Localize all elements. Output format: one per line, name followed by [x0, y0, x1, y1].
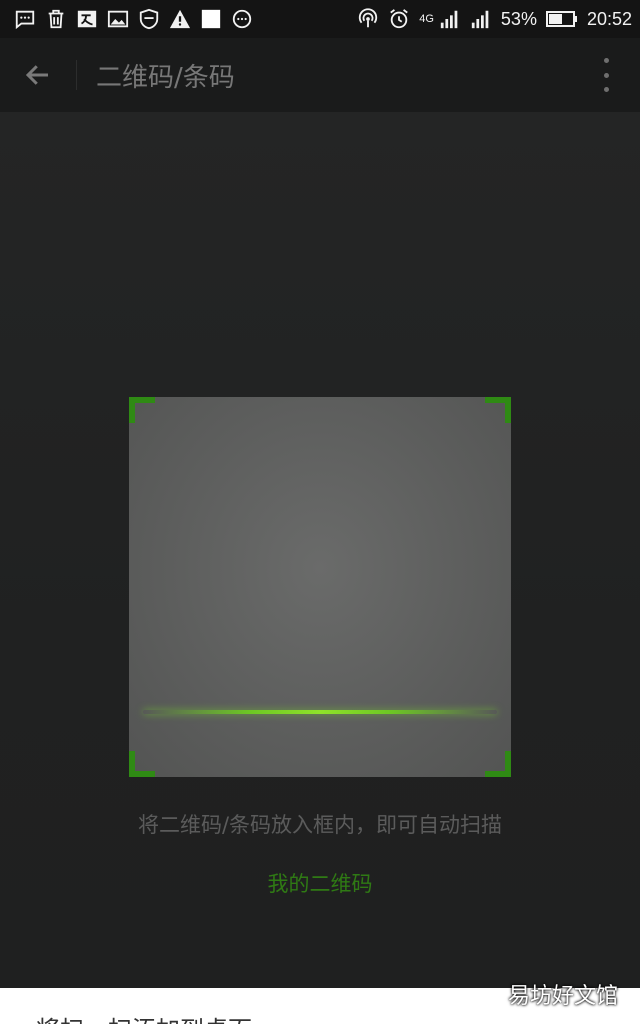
scan-frame: [129, 397, 511, 777]
status-left-icons: [14, 8, 253, 30]
message-icon: [14, 8, 36, 30]
scan-frame-corner-bottom-right: [485, 751, 511, 777]
signal-icon: [439, 8, 461, 30]
network-type-label: 4G: [419, 13, 434, 25]
status-right-icons: 4G 53% 20:52: [357, 8, 632, 30]
watermark-text: 易坊好文馆: [507, 984, 618, 1009]
clock: 20:52: [586, 8, 632, 29]
camera-viewfinder: 将二维码/条码放入框内，即可自动扫描 我的二维码: [0, 112, 640, 988]
alarm-icon: [388, 8, 410, 30]
signal-icon-2: [470, 8, 492, 30]
scan-hint-text: 将二维码/条码放入框内，即可自动扫描: [137, 813, 503, 837]
square-icon: [200, 8, 222, 30]
shield-icon: [138, 8, 160, 30]
add-to-desktop-option[interactable]: 将扫一扫添加到桌面: [36, 1010, 252, 1024]
my-qr-code-link[interactable]: 我的二维码: [0, 868, 640, 898]
more-dots-icon: [231, 8, 253, 30]
scan-frame-corner-top-right: [485, 397, 511, 423]
back-button[interactable]: [0, 38, 76, 112]
more-vert-icon: [603, 58, 609, 63]
app-bar: 二维码/条码: [0, 38, 640, 112]
battery-percent: 53%: [500, 8, 537, 29]
scan-frame-corner-top-left: [129, 397, 155, 423]
warning-icon: [169, 8, 191, 30]
trash-icon: [45, 8, 67, 30]
scan-frame-corner-bottom-left: [129, 751, 155, 777]
camera-background-streak: [0, 112, 125, 174]
image-icon: [107, 8, 129, 30]
hotspot-icon: [357, 8, 379, 30]
more-options-button[interactable]: [596, 58, 616, 92]
back-arrow-icon: [25, 65, 48, 85]
status-bar: 4G 53% 20:52: [0, 0, 640, 38]
scan-line: [143, 710, 497, 714]
battery-icon: [545, 8, 578, 30]
translate-icon: [76, 8, 98, 30]
app-bar-divider: [76, 60, 77, 90]
page-title: 二维码/条码: [96, 62, 235, 93]
